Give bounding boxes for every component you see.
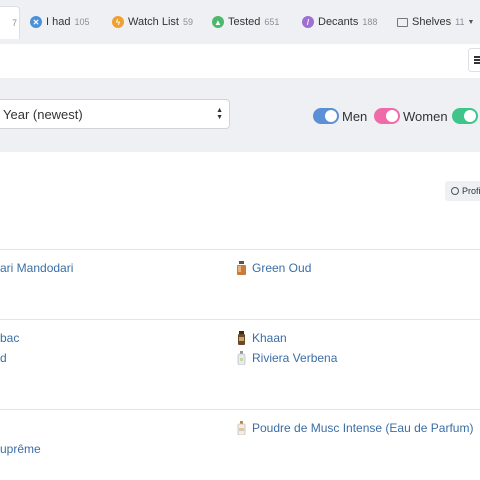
perfume-link[interactable]: Green Oud: [252, 261, 311, 275]
tab-shelves[interactable]: Shelves 11 ▼: [397, 8, 474, 36]
toggle-switch[interactable]: [374, 108, 400, 124]
tab-decants[interactable]: / Decants 188: [302, 8, 377, 36]
perfume-link[interactable]: d: [0, 351, 7, 365]
tab-collection[interactable]: 7: [0, 6, 20, 39]
dropper-icon: /: [302, 16, 314, 28]
perfume-link[interactable]: Poudre de Musc Intense (Eau de Parfum): [252, 421, 473, 435]
tab-label: Watch List: [128, 16, 179, 28]
tab-count: 7: [11, 18, 17, 28]
collection-tab-bar: 7 ✕ I had 105 ϟ Watch List 59 ▲ Tested 6…: [0, 0, 480, 44]
folder-icon: [397, 17, 408, 27]
list-item[interactable]: Green Oud: [237, 261, 311, 275]
toggle-label: Men: [342, 108, 368, 124]
lightning-icon: ϟ: [112, 16, 124, 28]
list-item[interactable]: Poudre de Musc Intense (Eau de Parfum): [237, 421, 473, 436]
perfume-link[interactable]: uprême: [0, 442, 41, 456]
toggle-men[interactable]: Men: [313, 108, 367, 124]
list-item[interactable]: Khaan: [237, 331, 287, 345]
tab-count: 59: [182, 17, 193, 27]
bottle-icon: [237, 421, 246, 436]
tab-label: Tested: [228, 16, 261, 28]
tab-count: 188: [362, 17, 378, 27]
perfume-link[interactable]: ari Mandodari: [0, 261, 73, 275]
tab-count: 105: [74, 17, 90, 27]
perfume-link[interactable]: Riviera Verbena: [252, 351, 337, 365]
tab-count: 11: [455, 17, 465, 27]
list-item[interactable]: bac: [0, 331, 19, 345]
bottle-icon: [237, 261, 246, 275]
profile-button-label: Profi: [462, 186, 480, 196]
profile-button[interactable]: Profi: [445, 181, 480, 201]
toggle-unisex[interactable]: [452, 108, 480, 124]
hamburger-icon: [474, 56, 480, 58]
chevron-down-icon: ▼: [467, 18, 475, 26]
menu-button[interactable]: [468, 48, 480, 72]
flask-icon: ▲: [212, 16, 224, 28]
divider: [0, 249, 480, 250]
toggle-switch[interactable]: [452, 108, 478, 124]
x-circle-icon: ✕: [30, 16, 42, 28]
list-item[interactable]: ari Mandodari: [0, 261, 73, 275]
select-arrows-icon: ▲ ▼: [216, 107, 223, 121]
divider: [0, 409, 480, 410]
list-item[interactable]: d: [0, 351, 7, 365]
tab-i-had[interactable]: ✕ I had 105: [30, 8, 90, 36]
tab-tested[interactable]: ▲ Tested 651: [212, 8, 279, 36]
bottle-icon: [237, 351, 246, 366]
tab-label: Shelves: [412, 16, 452, 28]
tab-label: Decants: [318, 16, 359, 28]
sort-select[interactable]: Year (newest) ▲ ▼: [0, 99, 230, 129]
gear-icon: [451, 187, 459, 195]
tab-count: 651: [264, 17, 280, 27]
bottle-icon: [237, 331, 246, 345]
perfume-link[interactable]: Khaan: [252, 331, 287, 345]
tab-watch-list[interactable]: ϟ Watch List 59: [112, 8, 193, 36]
sort-select-value: Year (newest): [3, 106, 83, 122]
divider: [0, 319, 480, 320]
list-item[interactable]: uprême: [0, 442, 41, 456]
toggle-label: Women: [403, 108, 448, 124]
toggle-women[interactable]: Women: [374, 108, 448, 124]
list-item[interactable]: Riviera Verbena: [237, 351, 337, 366]
toggle-switch[interactable]: [313, 108, 339, 124]
tab-label: I had: [46, 16, 71, 28]
perfume-link[interactable]: bac: [0, 331, 19, 345]
